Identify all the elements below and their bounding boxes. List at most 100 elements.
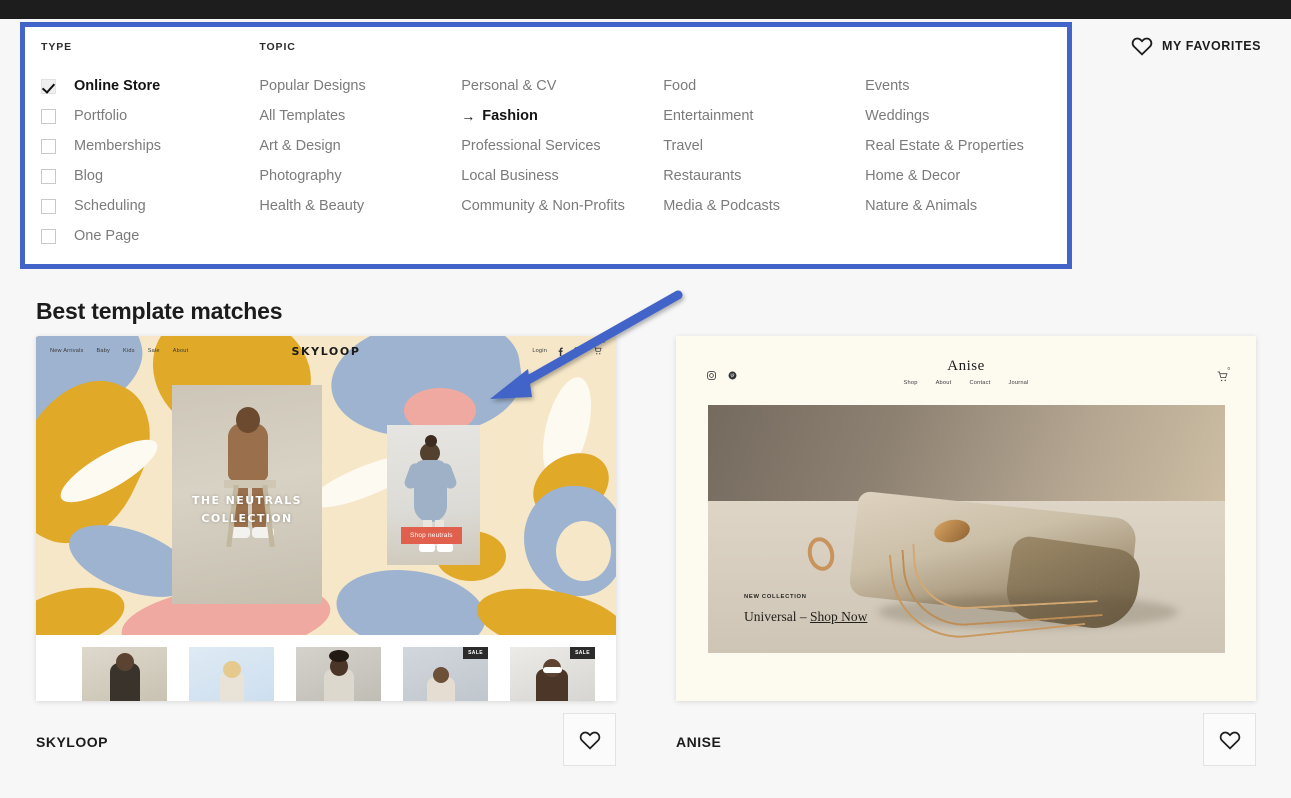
cart-count: 0 bbox=[1227, 366, 1230, 371]
filter-topic-popular-designs[interactable]: Popular Designs bbox=[259, 71, 461, 101]
filter-column-topic-3: Food Entertainment Travel Restaurants Me… bbox=[663, 41, 865, 251]
filter-topic-professional-services[interactable]: Professional Services bbox=[461, 131, 663, 161]
preview-thumbnail-strip: SALE SALE bbox=[36, 635, 616, 701]
filter-type-label: Scheduling bbox=[74, 198, 146, 214]
filter-topic-art-design[interactable]: Art & Design bbox=[259, 131, 461, 161]
decorative-photo-subject bbox=[425, 435, 437, 447]
decorative-background bbox=[708, 405, 1225, 509]
filter-type-memberships[interactable]: Memberships bbox=[41, 131, 259, 161]
decorative-photo-subject bbox=[437, 543, 453, 552]
cart-count: 0 bbox=[602, 339, 605, 344]
decorative-photo-subject bbox=[329, 650, 349, 662]
filter-column-topic-2: Personal & CV → Fashion Professional Ser… bbox=[461, 41, 663, 251]
preview-thumbnail bbox=[189, 647, 274, 701]
favorite-button-skyloop[interactable] bbox=[563, 713, 616, 766]
template-footer-skyloop: SKYLOOP bbox=[36, 713, 616, 766]
preview-secondary-photo bbox=[387, 425, 480, 565]
filter-type-one-page[interactable]: One Page bbox=[41, 221, 259, 251]
preview-hero-title-line1: THE NEUTRALS bbox=[192, 494, 302, 507]
filter-topic-label: Fashion bbox=[482, 108, 538, 124]
my-favorites-button[interactable]: MY FAVORITES bbox=[1131, 36, 1261, 56]
filter-topic-fashion[interactable]: → Fashion bbox=[461, 101, 663, 131]
preview-cart[interactable]: 0 bbox=[1217, 366, 1230, 387]
preview-logo-skyloop: SKYLOOP bbox=[291, 344, 361, 358]
filter-type-scheduling[interactable]: Scheduling bbox=[41, 191, 259, 221]
filter-topic-weddings[interactable]: Weddings bbox=[865, 101, 1067, 131]
heart-outline-icon bbox=[1219, 731, 1240, 750]
filter-type-portfolio[interactable]: Portfolio bbox=[41, 101, 259, 131]
filter-column-topic-1: TOPIC Popular Designs All Templates Art … bbox=[259, 41, 461, 251]
filter-topic-community-non-profits[interactable]: Community & Non-Profits bbox=[461, 191, 663, 221]
preview-headline-link[interactable]: Shop Now bbox=[810, 609, 867, 624]
filter-type-blog[interactable]: Blog bbox=[41, 161, 259, 191]
checkbox-icon[interactable] bbox=[41, 228, 56, 244]
filter-column-topic-4: Events Weddings Real Estate & Properties… bbox=[865, 41, 1067, 251]
filter-panel-highlight: TYPE Online Store Portfolio Memberships … bbox=[20, 22, 1072, 269]
filter-topic-real-estate-properties[interactable]: Real Estate & Properties bbox=[865, 131, 1067, 161]
decorative-photo-subject bbox=[419, 543, 435, 552]
filter-topic-events[interactable]: Events bbox=[865, 71, 1067, 101]
decorative-shape bbox=[556, 521, 611, 581]
preview-nav-anise: Shop About Contact Journal bbox=[676, 380, 1256, 386]
filter-type-label: Portfolio bbox=[74, 108, 128, 124]
filter-topic-travel[interactable]: Travel bbox=[663, 131, 865, 161]
checkbox-icon[interactable] bbox=[41, 138, 56, 154]
my-favorites-label: MY FAVORITES bbox=[1162, 39, 1262, 53]
filter-topic-entertainment[interactable]: Entertainment bbox=[663, 101, 865, 131]
favorite-button-anise[interactable] bbox=[1203, 713, 1256, 766]
filter-type-online-store[interactable]: Online Store bbox=[41, 71, 259, 101]
template-name-skyloop: SKYLOOP bbox=[36, 734, 108, 750]
preview-thumbnail bbox=[296, 647, 381, 701]
filter-topic-restaurants[interactable]: Restaurants bbox=[663, 161, 865, 191]
filter-heading-type: TYPE bbox=[41, 41, 73, 53]
filter-topic-media-podcasts[interactable]: Media & Podcasts bbox=[663, 191, 865, 221]
preview-headline: Universal – Shop Now bbox=[744, 609, 867, 625]
filter-type-label: One Page bbox=[74, 228, 140, 244]
cart-icon[interactable] bbox=[1217, 371, 1228, 382]
sale-badge: SALE bbox=[570, 647, 595, 659]
cart-icon[interactable] bbox=[593, 346, 602, 355]
decorative-photo-subject bbox=[223, 661, 241, 678]
template-card-skyloop[interactable]: New Arrivals Baby Kids Sale About SKYLOO… bbox=[36, 336, 616, 701]
filter-type-label: Online Store bbox=[74, 78, 161, 94]
filter-topic-nature-animals[interactable]: Nature & Animals bbox=[865, 191, 1067, 221]
filter-column-type: TYPE Online Store Portfolio Memberships … bbox=[41, 41, 259, 251]
preview-cta-button[interactable]: Shop neutrals bbox=[401, 527, 462, 544]
filter-topic-all-templates[interactable]: All Templates bbox=[259, 101, 461, 131]
preview-thumbnail bbox=[82, 647, 167, 701]
browser-top-bar bbox=[0, 0, 1291, 19]
filter-heading-topic: TOPIC bbox=[259, 41, 296, 53]
preview-hero-title-line2: COLLECTION bbox=[201, 512, 293, 525]
filter-topic-food[interactable]: Food bbox=[663, 71, 865, 101]
preview-logo-anise: Anise bbox=[947, 358, 985, 374]
decorative-photo-subject bbox=[116, 653, 134, 671]
filter-type-label: Blog bbox=[74, 168, 104, 184]
preview-thumbnail: SALE bbox=[510, 647, 595, 701]
decorative-photo-subject bbox=[236, 407, 260, 433]
preview-headline-prefix: Universal – bbox=[744, 609, 810, 624]
preview-nav-skyloop: New Arrivals Baby Kids Sale About SKYLOO… bbox=[36, 336, 616, 366]
nav-item-contact[interactable]: Contact bbox=[969, 380, 990, 386]
checkbox-checked-icon[interactable] bbox=[41, 78, 56, 94]
filter-panel: TYPE Online Store Portfolio Memberships … bbox=[25, 27, 1067, 264]
filter-topic-photography[interactable]: Photography bbox=[259, 161, 461, 191]
checkbox-icon[interactable] bbox=[41, 198, 56, 214]
preview-hero-photo-anise: NEW COLLECTION Universal – Shop Now bbox=[708, 405, 1225, 653]
nav-item-about[interactable]: About bbox=[936, 380, 952, 386]
preview-hero-photo: THE NEUTRALS COLLECTION bbox=[172, 385, 322, 604]
filter-topic-health-beauty[interactable]: Health & Beauty bbox=[259, 191, 461, 221]
page-title: Best template matches bbox=[36, 298, 283, 324]
filter-topic-home-decor[interactable]: Home & Decor bbox=[865, 161, 1067, 191]
arrow-right-icon: → bbox=[461, 108, 476, 124]
checkbox-icon[interactable] bbox=[41, 108, 56, 124]
nav-item-shop[interactable]: Shop bbox=[903, 380, 917, 386]
template-name-anise: ANISE bbox=[676, 734, 722, 750]
decorative-chain bbox=[912, 534, 1098, 612]
decorative-photo-subject bbox=[543, 667, 562, 673]
checkbox-icon[interactable] bbox=[41, 168, 56, 184]
template-card-anise[interactable]: Anise Shop About Contact Journal 0 NEW C… bbox=[676, 336, 1256, 701]
nav-item-journal[interactable]: Journal bbox=[1008, 380, 1028, 386]
template-preview-anise: Anise Shop About Contact Journal 0 NEW C… bbox=[676, 336, 1256, 701]
filter-topic-personal-cv[interactable]: Personal & CV bbox=[461, 71, 663, 101]
filter-topic-local-business[interactable]: Local Business bbox=[461, 161, 663, 191]
